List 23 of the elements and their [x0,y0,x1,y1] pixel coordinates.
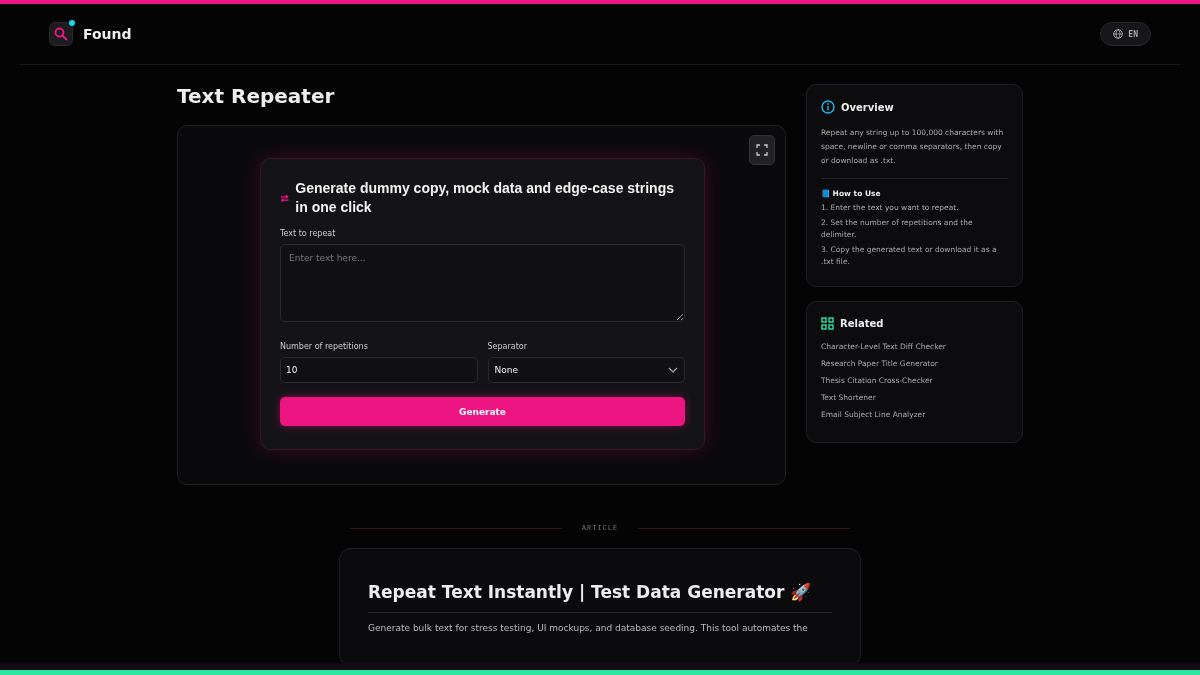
generate-button[interactable]: Generate [280,397,685,426]
repetitions-input-field[interactable]: 10 [280,357,478,383]
chevron-down-icon [668,367,678,373]
page-title: Text Repeater [177,84,336,110]
field-label: Separator [487,342,528,351]
generator-heading: Generate dummy copy, mock data and edge-case strings in one click [295,179,675,217]
card-title: Overview [841,101,894,113]
card-title: Related [840,317,884,329]
language-button[interactable]: EN [1100,22,1151,46]
logo-icon [49,22,73,46]
field-label: Text to repeat [280,229,337,238]
article-text: Generate bulk text for stress testing, UI mockups, and database seeding. This tool automates the [368,623,809,633]
expand-icon [756,144,768,156]
brand-name[interactable]: Found [83,26,132,42]
text-input-field[interactable]: Enter text here... [280,244,685,322]
info-icon [821,100,835,114]
swap-arrows-icon [280,192,290,204]
field-label: Number of repetitions [280,342,369,351]
separator-dropdown[interactable]: None [487,357,685,383]
fullscreen-button[interactable] [749,135,775,165]
grid-icon [821,316,834,330]
article-title: Repeat Text Instantly | Test Data Generator 🚀 [368,582,813,602]
globe-icon [1113,29,1124,39]
